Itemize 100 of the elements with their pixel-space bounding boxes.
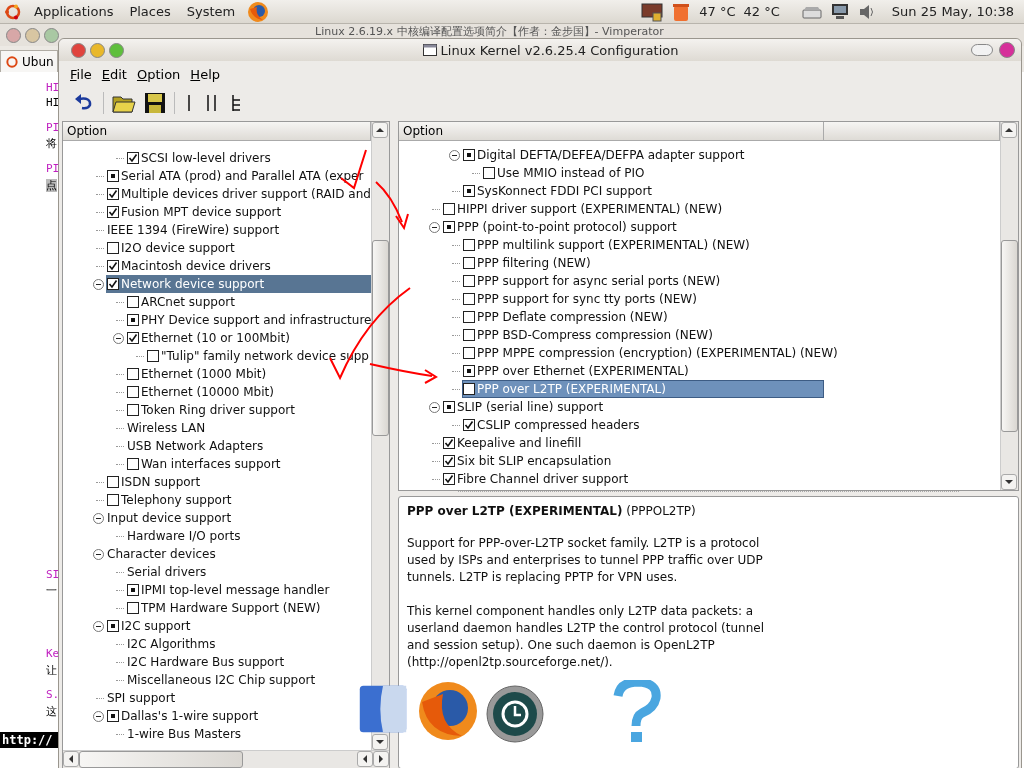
checkbox[interactable] [483, 167, 495, 179]
tree-item[interactable]: ISDN support [106, 473, 206, 491]
tree-item[interactable]: Input device support [106, 509, 237, 527]
tree-item[interactable]: IEEE 1394 (FireWire) support [106, 221, 285, 239]
tree-item[interactable]: Wireless LAN [126, 419, 211, 437]
checkbox[interactable] [443, 437, 455, 449]
menu-item[interactable]: Edit [96, 64, 132, 84]
checkbox[interactable] [127, 584, 139, 596]
checkbox[interactable] [107, 278, 119, 290]
tree-item[interactable]: PPP (point-to-point protocol) support [442, 218, 682, 236]
tree-item[interactable]: PPP over Ethernet (EXPERIMENTAL) [462, 362, 694, 380]
tree-item[interactable]: SLIP (serial line) support [442, 398, 609, 416]
tree-item[interactable]: Serial drivers [126, 563, 212, 581]
checkbox[interactable] [107, 188, 119, 200]
checkbox[interactable] [463, 257, 475, 269]
browser-tab[interactable]: Ubun [0, 50, 58, 72]
scroll-down-button[interactable] [372, 734, 388, 750]
checkbox[interactable] [463, 275, 475, 287]
collapse-icon[interactable] [93, 710, 104, 722]
tree-item[interactable]: Six bit SLIP encapsulation [442, 452, 617, 470]
tree-item[interactable]: PPP MPPE compression (encryption) (EXPERIMENTAL) (NEW) [462, 344, 843, 362]
checkbox[interactable] [443, 473, 455, 485]
checkbox[interactable] [127, 404, 139, 416]
checkbox[interactable] [127, 602, 139, 614]
tree-item[interactable]: Multiple devices driver support (RAID and [106, 185, 371, 203]
tree-item[interactable]: PPP multilink support (EXPERIMENTAL) (NEW) [462, 236, 755, 254]
tree-item[interactable]: Wan interfaces support [126, 455, 286, 473]
checkbox[interactable] [107, 620, 119, 632]
checkbox[interactable] [127, 332, 139, 344]
tree-item[interactable]: Network device support [106, 275, 371, 293]
checkbox[interactable] [463, 293, 475, 305]
clock[interactable]: Sun 25 May, 10:38 [891, 4, 1014, 19]
maximize-button[interactable] [109, 42, 124, 58]
panel-menu[interactable]: Applications [30, 4, 118, 19]
tree-item[interactable]: Miscellaneous I2C Chip support [126, 671, 321, 689]
checkbox[interactable] [127, 386, 139, 398]
tree-item[interactable]: I2C support [106, 617, 196, 635]
checkbox[interactable] [463, 185, 475, 197]
checkbox[interactable] [463, 311, 475, 323]
scrollbar-thumb[interactable] [1001, 240, 1018, 432]
tree-item[interactable]: Ethernet (1000 Mbit) [126, 365, 272, 383]
collapse-icon[interactable] [93, 548, 104, 560]
scroll-left-button[interactable] [357, 751, 373, 767]
panel-menu[interactable]: Places [125, 4, 175, 19]
collapse-icon[interactable] [113, 332, 124, 344]
minimize-button[interactable] [90, 42, 105, 58]
tree-item[interactable]: Dallas's 1-wire support [106, 707, 264, 725]
checkbox[interactable] [107, 260, 119, 272]
shade-button[interactable] [971, 44, 993, 56]
collapse-icon[interactable] [429, 401, 440, 413]
monitor-icon[interactable] [829, 2, 850, 21]
tree-item[interactable]: Use MMIO instead of PIO [482, 164, 650, 182]
scrollbar[interactable] [63, 750, 389, 768]
tree-item[interactable]: SPI support [106, 689, 181, 707]
tree-item[interactable]: USB Network Adapters [126, 437, 269, 455]
collapse-icon[interactable] [429, 221, 440, 233]
ubuntu-logo-icon[interactable] [4, 2, 22, 21]
collapse-icon[interactable] [93, 278, 104, 290]
tree-item[interactable]: IPMI top-level message handler [126, 581, 335, 599]
checkbox[interactable] [107, 206, 119, 218]
close-button[interactable] [999, 42, 1015, 58]
checkbox[interactable] [107, 710, 119, 722]
scrollbar-thumb[interactable] [79, 751, 243, 768]
tree-item[interactable]: PPP support for async serial ports (NEW) [462, 272, 726, 290]
checkbox[interactable] [463, 419, 475, 431]
checkbox[interactable] [107, 494, 119, 506]
browser-globe-icon[interactable] [417, 680, 479, 742]
collapse-icon[interactable] [449, 149, 460, 161]
tree-item[interactable]: Telephony support [106, 491, 237, 509]
checkbox[interactable] [127, 314, 139, 326]
checkbox[interactable] [443, 221, 455, 233]
scroll-up-button[interactable] [1001, 122, 1017, 138]
checkbox[interactable] [127, 152, 139, 164]
checkbox[interactable] [147, 350, 159, 362]
tree-item[interactable]: Fibre Channel driver support [442, 470, 634, 488]
tree-item[interactable]: PHY Device support and infrastructure [126, 311, 371, 329]
tree-item[interactable]: SysKonnect FDDI PCI support [462, 182, 658, 200]
tree-item[interactable]: TPM Hardware Support (NEW) [126, 599, 326, 617]
tree-item[interactable]: Ethernet (10000 Mbit) [126, 383, 279, 401]
checkbox[interactable] [443, 401, 455, 413]
scrollbar-thumb[interactable] [372, 240, 389, 436]
close-button[interactable] [71, 42, 86, 58]
scroll-up-button[interactable] [372, 122, 388, 138]
menu-item[interactable]: Help [185, 64, 225, 84]
checkbox[interactable] [463, 149, 475, 161]
tree-item[interactable]: Token Ring driver support [126, 401, 300, 419]
checkbox[interactable] [107, 476, 119, 488]
panel-menu[interactable]: System [182, 4, 240, 19]
checkbox[interactable] [127, 368, 139, 380]
checkbox[interactable] [463, 239, 475, 251]
trash-icon[interactable] [671, 1, 692, 22]
clock-icon[interactable] [485, 684, 545, 744]
tree-item[interactable]: Hardware I/O ports [126, 527, 246, 545]
tree-item[interactable]: PPP Deflate compression (NEW) [462, 308, 673, 326]
save-icon[interactable] [144, 92, 166, 114]
checkbox[interactable] [443, 203, 455, 215]
scrollbar[interactable] [1000, 122, 1018, 490]
scroll-right-button[interactable] [373, 751, 389, 767]
checkbox[interactable] [463, 365, 475, 377]
tree-item[interactable]: PPP BSD-Compress compression (NEW) [462, 326, 718, 344]
